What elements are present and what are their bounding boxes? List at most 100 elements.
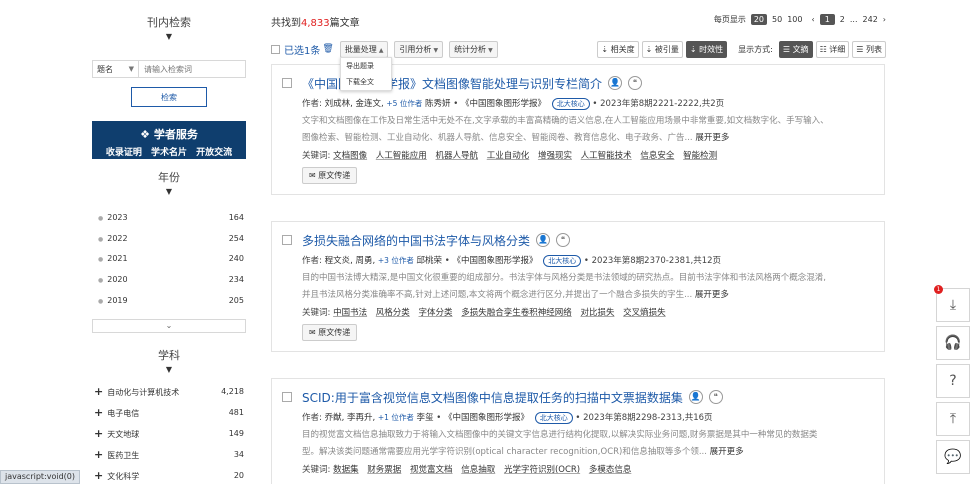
back-to-top-button[interactable]: ⤒ bbox=[936, 402, 970, 436]
subject-item[interactable]: + 医药卫生 34 bbox=[86, 444, 252, 465]
quote-icon[interactable]: ❝ bbox=[556, 233, 571, 247]
keyword[interactable]: 中国书法 bbox=[333, 308, 367, 318]
expand-more-link[interactable]: 展开更多 bbox=[710, 447, 744, 457]
keyword[interactable]: 财务票据 bbox=[367, 465, 401, 475]
last-author[interactable]: 李玺 bbox=[417, 413, 434, 423]
more-authors[interactable]: +3 位作者 bbox=[378, 256, 414, 265]
keyword[interactable]: 信息抽取 bbox=[461, 465, 495, 475]
citation-analysis-button[interactable]: 引用分析 ▼ bbox=[394, 40, 444, 58]
per-page-20[interactable]: 20 bbox=[750, 14, 768, 25]
keyword[interactable]: 对比损失 bbox=[580, 308, 614, 318]
article-checkbox[interactable] bbox=[282, 235, 292, 245]
more-authors[interactable]: +1 位作者 bbox=[378, 413, 414, 422]
keyword[interactable]: 光学字符识别(OCR) bbox=[504, 465, 580, 475]
document-delivery-button[interactable]: ✉ 原文传递 bbox=[302, 324, 358, 341]
export-citations-item[interactable]: 导出题录 bbox=[341, 58, 391, 74]
authors[interactable]: 程文炎, 周勇, bbox=[325, 256, 376, 266]
promo-title: 学者服务 bbox=[153, 128, 198, 141]
results-main: 共找到4,833篇文章 每页显示 20 50 100 ‹ 1 2 ... 242… bbox=[270, 0, 886, 484]
download-fulltext-item[interactable]: 下载全文 bbox=[341, 74, 391, 90]
year-item[interactable]: ● 2023 164 bbox=[86, 207, 252, 228]
help-button[interactable]: ? bbox=[936, 364, 970, 398]
feedback-button[interactable]: 💬 bbox=[936, 440, 970, 474]
stats-analysis-button[interactable]: 统计分析 ▼ bbox=[449, 40, 498, 58]
keyword[interactable]: 字体分类 bbox=[419, 308, 453, 318]
plus-icon[interactable]: + bbox=[94, 385, 103, 398]
customer-service-button[interactable]: 🎧 bbox=[936, 326, 970, 360]
view-detail-button[interactable]: ☷ 详细 bbox=[815, 40, 850, 58]
keyword[interactable]: 视觉富文档 bbox=[410, 465, 453, 475]
quote-icon[interactable]: ❝ bbox=[708, 390, 723, 404]
sort-time-button[interactable]: ⇣ 时效性 bbox=[685, 40, 728, 58]
sort-relevance-button[interactable]: ⇣ 相关度 bbox=[597, 40, 639, 58]
keyword[interactable]: 多损失融合孪生卷积神经网络 bbox=[461, 308, 572, 318]
search-input[interactable] bbox=[139, 61, 245, 77]
next-page-button[interactable]: › bbox=[883, 15, 886, 24]
deliver-label: 原文传递 bbox=[318, 328, 351, 337]
keyword[interactable]: 人工智能技术 bbox=[581, 151, 632, 161]
user-icon[interactable]: 👤 bbox=[536, 233, 551, 247]
plus-icon[interactable]: + bbox=[94, 427, 103, 440]
year-expand-button[interactable]: ⌄ bbox=[92, 318, 246, 333]
page-1[interactable]: 1 bbox=[819, 14, 835, 25]
authors[interactable]: 刘成林, 金连文, bbox=[325, 99, 384, 109]
selected-count[interactable]: 已选1条 bbox=[284, 42, 320, 57]
keyword[interactable]: 人工智能应用 bbox=[376, 151, 427, 161]
keyword[interactable]: 交叉熵损失 bbox=[623, 308, 666, 318]
search-button[interactable]: 检索 bbox=[131, 87, 207, 107]
page-last[interactable]: 242 bbox=[863, 15, 878, 24]
keyword[interactable]: 智能检测 bbox=[683, 151, 717, 161]
keyword[interactable]: 机器人导航 bbox=[436, 151, 479, 161]
user-icon[interactable]: 👤 bbox=[608, 76, 623, 90]
quote-icon[interactable]: ❝ bbox=[628, 76, 643, 90]
article-checkbox[interactable] bbox=[282, 392, 292, 402]
prev-page-button[interactable]: ‹ bbox=[811, 15, 814, 24]
last-author[interactable]: 陈秀妍 bbox=[425, 99, 451, 109]
subject-item[interactable]: + 文化科学 20 bbox=[86, 465, 252, 484]
batch-process-button[interactable]: 批量处理 ▲ bbox=[339, 40, 389, 58]
year-item[interactable]: ● 2019 205 bbox=[86, 290, 252, 311]
article-title[interactable]: SCID:用于富含视觉信息文档图像中信息提取任务的扫描中文票据数据集 bbox=[302, 389, 683, 406]
search-field-select[interactable]: 题名 ▼ bbox=[93, 61, 139, 77]
year-item[interactable]: ● 2020 234 bbox=[86, 269, 252, 290]
article-abstract: 目的中国书法博大精深,是中国文化很重要的组成部分。书法字体与风格分类是书法领域的… bbox=[302, 270, 874, 304]
plus-icon[interactable]: + bbox=[94, 448, 103, 461]
article-title[interactable]: 多损失融合网络的中国书法字体与风格分类 bbox=[302, 232, 530, 249]
keyword[interactable]: 风格分类 bbox=[376, 308, 410, 318]
scholar-service-banner[interactable]: ❖ 学者服务 收录证明 学术名片 开放交流 bbox=[92, 121, 246, 159]
journal-name[interactable]: 《中国图象图形学报》 bbox=[452, 256, 537, 266]
subject-item[interactable]: + 电子电信 481 bbox=[86, 402, 252, 423]
keyword[interactable]: 增强现实 bbox=[538, 151, 572, 161]
keyword[interactable]: 工业自动化 bbox=[487, 151, 530, 161]
page-2[interactable]: 2 bbox=[840, 15, 845, 24]
year-item[interactable]: ● 2022 254 bbox=[86, 228, 252, 249]
document-delivery-button[interactable]: ✉ 原文传递 bbox=[302, 167, 358, 184]
keyword[interactable]: 文档图像 bbox=[333, 151, 367, 161]
per-page-50[interactable]: 50 bbox=[772, 15, 782, 24]
article-checkbox[interactable] bbox=[282, 78, 292, 88]
expand-more-link[interactable]: 展开更多 bbox=[695, 133, 729, 143]
plus-icon[interactable]: + bbox=[94, 469, 103, 482]
per-page-100[interactable]: 100 bbox=[787, 15, 802, 24]
keyword[interactable]: 多模态信息 bbox=[589, 465, 632, 475]
authors[interactable]: 乔猷, 李再升, bbox=[325, 413, 376, 423]
year-item[interactable]: ● 2021 240 bbox=[86, 249, 252, 270]
user-icon[interactable]: 👤 bbox=[688, 390, 703, 404]
plus-icon[interactable]: + bbox=[94, 406, 103, 419]
sort-cited-button[interactable]: ⇣ 被引量 bbox=[641, 40, 683, 58]
journal-name[interactable]: 《中国图象图形学报》 bbox=[444, 413, 529, 423]
journal-name[interactable]: 《中国图象图形学报》 bbox=[461, 99, 546, 109]
subject-item[interactable]: + 天文地球 149 bbox=[86, 423, 252, 444]
keyword[interactable]: 信息安全 bbox=[640, 151, 674, 161]
expand-more-link[interactable]: 展开更多 bbox=[695, 290, 729, 300]
subject-item[interactable]: + 自动化与计算机技术 4,218 bbox=[86, 381, 252, 402]
year-label: 2022 bbox=[107, 233, 128, 243]
select-all-checkbox[interactable] bbox=[271, 44, 280, 54]
trash-icon[interactable]: 🗑 bbox=[322, 44, 333, 54]
download-list-button[interactable]: 1 ⤓ bbox=[934, 285, 970, 322]
view-abstract-button[interactable]: ☰ 文摘 bbox=[778, 40, 813, 58]
last-author[interactable]: 邱桃荣 bbox=[417, 256, 443, 266]
more-authors[interactable]: +5 位作者 bbox=[386, 99, 422, 108]
view-list-button[interactable]: ☰ 列表 bbox=[852, 40, 886, 58]
keyword[interactable]: 数据集 bbox=[333, 465, 359, 475]
